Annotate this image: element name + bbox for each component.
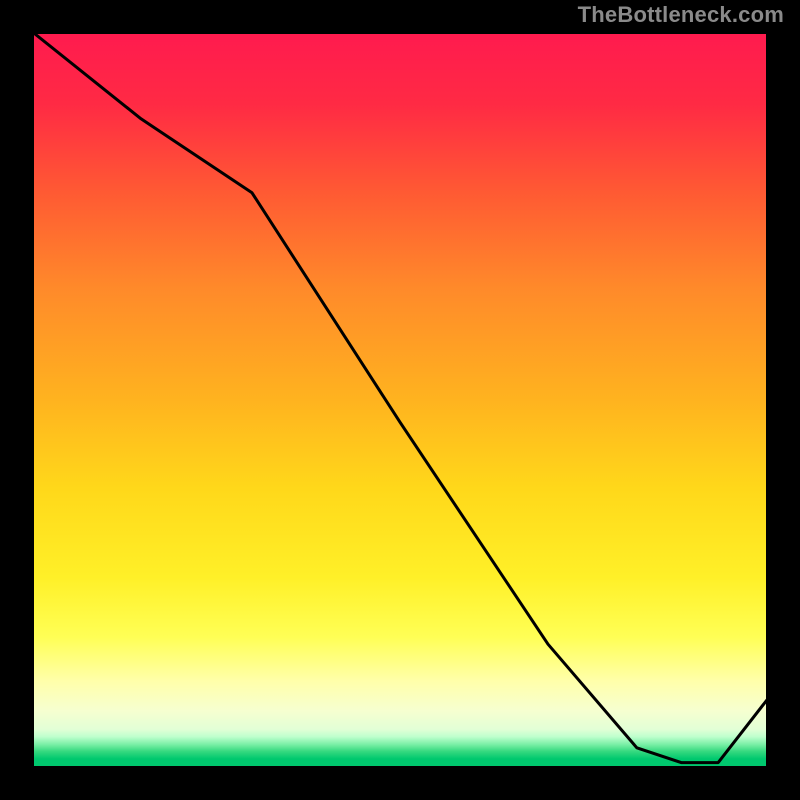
figure-canvas: TheBottleneck.com — [0, 0, 800, 800]
watermark-text: TheBottleneck.com — [578, 2, 784, 28]
bottleneck-line — [30, 30, 770, 770]
plot-area — [30, 30, 770, 770]
